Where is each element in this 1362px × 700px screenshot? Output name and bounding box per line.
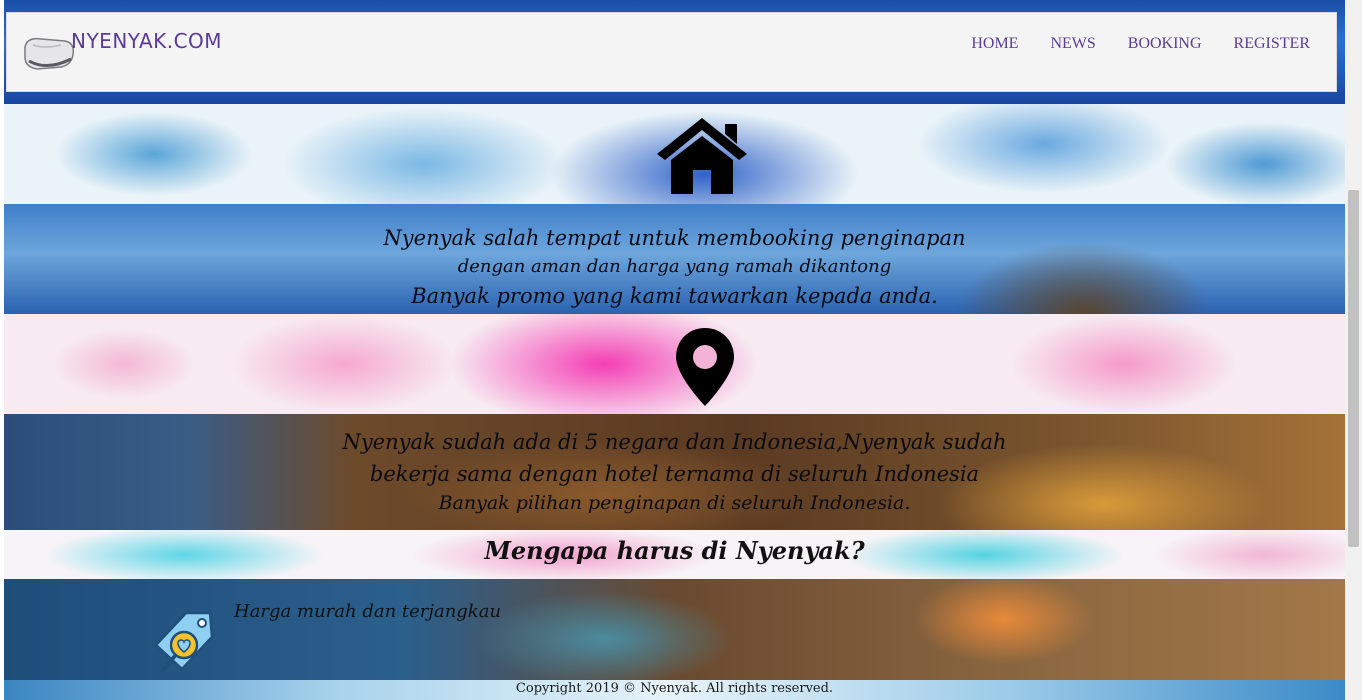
brand-name[interactable]: NYENYAK.COM [71, 29, 222, 53]
navbar: NYENYAK.COM HOME NEWS BOOKING REGISTER [6, 12, 1337, 92]
why-heading-band: Mengapa harus di Nyenyak? [4, 530, 1345, 579]
vertical-scrollbar[interactable] [1345, 0, 1362, 700]
intro-band: Nyenyak salah tempat untuk membooking pe… [4, 204, 1345, 314]
feature-text: Harga murah dan terjangkau [234, 601, 502, 622]
home-icon-band [4, 104, 1345, 204]
page: NYENYAK.COM HOME NEWS BOOKING REGISTER N… [4, 0, 1345, 700]
footer: Copyright 2019 © Nyenyak. All rights res… [4, 680, 1345, 700]
why-heading: Mengapa harus di Nyenyak? [484, 536, 865, 565]
copyright-text: Copyright 2019 © Nyenyak. All rights res… [515, 681, 834, 696]
nav-booking-link[interactable]: BOOKING [1128, 35, 1202, 53]
scrollbar-thumb[interactable] [1348, 190, 1359, 547]
intro-line-2: dengan aman dan harga yang ramah dikanto… [457, 256, 892, 277]
pillow-logo-icon[interactable] [21, 27, 77, 75]
location-line-2: bekerja sama dengan hotel ternama di sel… [369, 462, 980, 486]
header-background: NYENYAK.COM HOME NEWS BOOKING REGISTER [4, 0, 1345, 104]
map-pin-icon [676, 328, 734, 406]
nav-news-link[interactable]: NEWS [1050, 35, 1095, 53]
location-icon-band [4, 314, 1345, 414]
intro-line-3: Banyak promo yang kami tawarkan kepada a… [411, 284, 938, 308]
features-band: Harga murah dan terjangkau [4, 579, 1345, 680]
price-tag-heart-icon [154, 611, 214, 673]
nav-home-link[interactable]: HOME [971, 35, 1018, 53]
intro-line-1: Nyenyak salah tempat untuk membooking pe… [383, 226, 966, 250]
nav-register-link[interactable]: REGISTER [1234, 35, 1310, 53]
location-line-1: Nyenyak sudah ada di 5 negara dan Indone… [342, 430, 1007, 454]
home-icon [657, 118, 747, 194]
location-band: Nyenyak sudah ada di 5 negara dan Indone… [4, 414, 1345, 530]
location-line-3: Banyak pilihan penginapan di seluruh Ind… [438, 492, 911, 514]
main-menu: HOME NEWS BOOKING REGISTER [971, 35, 1310, 53]
